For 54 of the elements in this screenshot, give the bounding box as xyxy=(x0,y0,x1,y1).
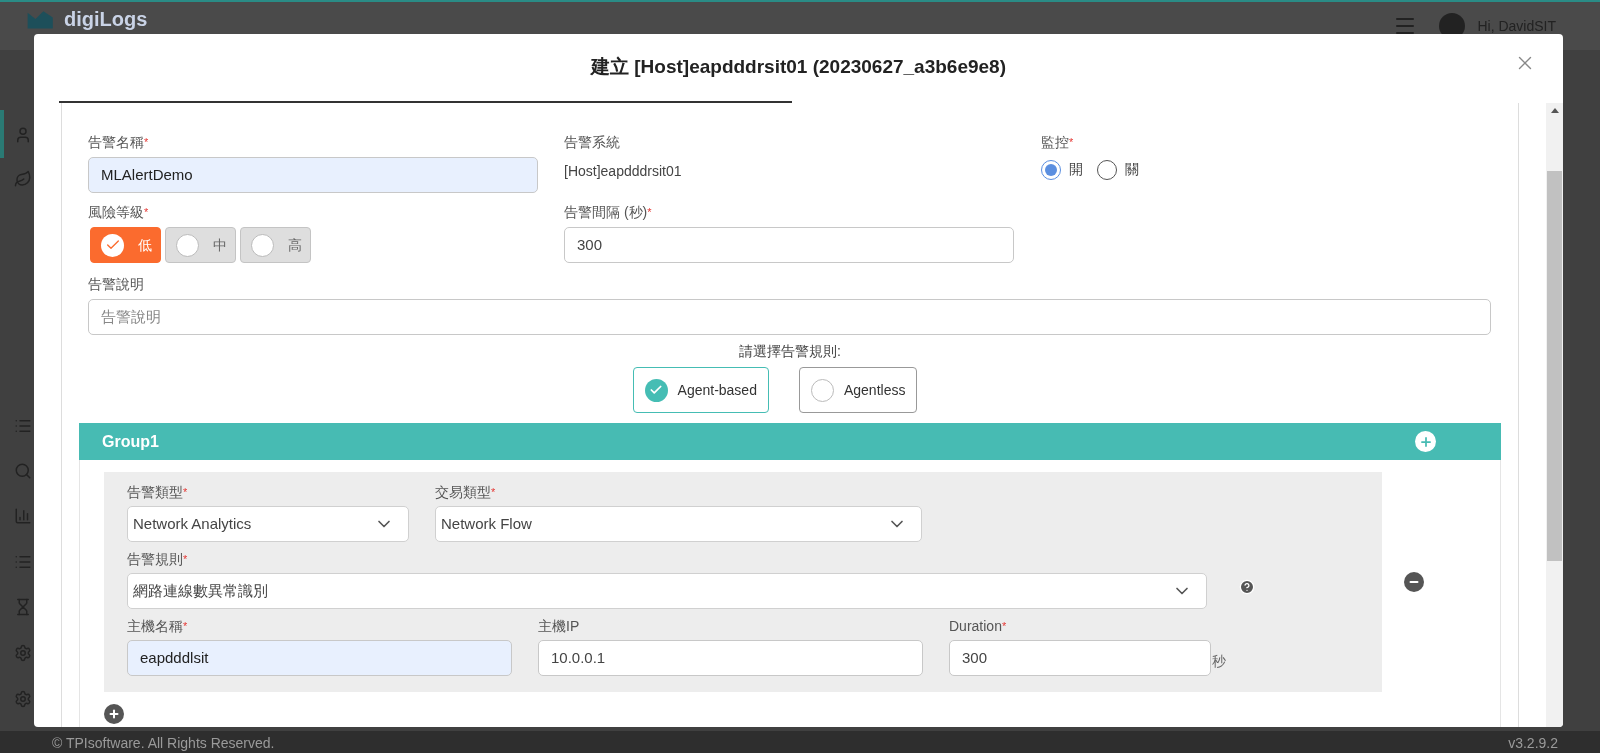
select-field[interactable]: Network Analytics xyxy=(127,506,409,542)
sidebar-icon[interactable] xyxy=(14,126,32,144)
field-label: 監控* xyxy=(1041,133,1075,151)
sidebar-active-bar xyxy=(0,110,4,158)
sidebar-icon[interactable] xyxy=(14,417,32,435)
sidebar-icon[interactable] xyxy=(14,553,32,571)
host-name-field[interactable]: eapdddlsit xyxy=(127,640,512,676)
logo-text: digiLogs xyxy=(64,8,148,30)
scrollbar[interactable] xyxy=(1546,103,1563,727)
field-label: 告警名稱* xyxy=(88,133,150,151)
dialog-title: 建立 [Host]eapdddrsit01 (20230627_a3b6e9e8) xyxy=(591,55,1006,80)
field-label: 主機IP xyxy=(538,617,581,635)
interval-field[interactable]: 300 xyxy=(564,227,1014,263)
host-ip-field[interactable]: 10.0.0.1 xyxy=(538,640,923,676)
help-icon[interactable] xyxy=(1239,579,1255,595)
rule-type-option[interactable]: Agent-based xyxy=(632,367,769,413)
sidebar-icon[interactable] xyxy=(14,690,32,708)
field-label: 告警類型* xyxy=(127,483,189,501)
radio-label: 關 xyxy=(1125,160,1139,179)
rule-type-option[interactable]: Agentless xyxy=(798,367,918,413)
group-title: Group1 xyxy=(102,431,159,452)
field-label: 交易類型* xyxy=(435,483,497,501)
field-label: 告警說明 xyxy=(88,275,145,293)
sidebar-icon[interactable] xyxy=(14,644,32,662)
add-group-button[interactable] xyxy=(1415,431,1436,452)
check-icon xyxy=(649,383,664,397)
radio-label: 開 xyxy=(1069,160,1083,179)
risk-level-toggle[interactable]: 中 xyxy=(165,227,236,263)
field-label: 風險等級* xyxy=(88,203,150,221)
field-label: 告警系統 xyxy=(564,133,621,151)
field-label: 主機名稱* xyxy=(127,617,189,635)
description-field[interactable]: 告警說明 xyxy=(88,299,1491,335)
select-field[interactable]: Network Flow xyxy=(435,506,922,542)
select-field[interactable]: 網路連線數異常識別 xyxy=(127,573,1207,609)
scroll-up-arrow-icon[interactable] xyxy=(1550,108,1559,113)
duration-field[interactable]: 300 xyxy=(949,640,1211,676)
rule-prompt: 請選擇告警規則: xyxy=(739,342,841,361)
alert-system-value: [Host]eapdddrsit01 xyxy=(564,162,683,181)
risk-level-toggle[interactable]: 高 xyxy=(240,227,311,263)
sidebar-icon[interactable] xyxy=(14,170,32,188)
version-text: v3.2.9.2 xyxy=(1508,735,1558,751)
sidebar-icon[interactable] xyxy=(14,598,32,616)
field-label: Duration* xyxy=(949,617,1008,635)
sidebar-icon[interactable] xyxy=(14,462,32,480)
alert-name-field[interactable]: MLAlertDemo xyxy=(88,157,538,193)
sidebar-icon[interactable] xyxy=(14,507,32,525)
field-label: 告警規則* xyxy=(127,550,189,568)
unit-text: 秒 xyxy=(1212,652,1226,671)
plus-icon xyxy=(108,708,120,720)
add-condition-button[interactable] xyxy=(104,704,124,724)
field-label: 告警間隔 (秒)* xyxy=(564,203,653,221)
plus-icon xyxy=(1418,434,1433,449)
footer-text: © TPIsoftware. All Rights Reserved. xyxy=(52,735,275,751)
remove-condition-button[interactable] xyxy=(1404,572,1424,592)
